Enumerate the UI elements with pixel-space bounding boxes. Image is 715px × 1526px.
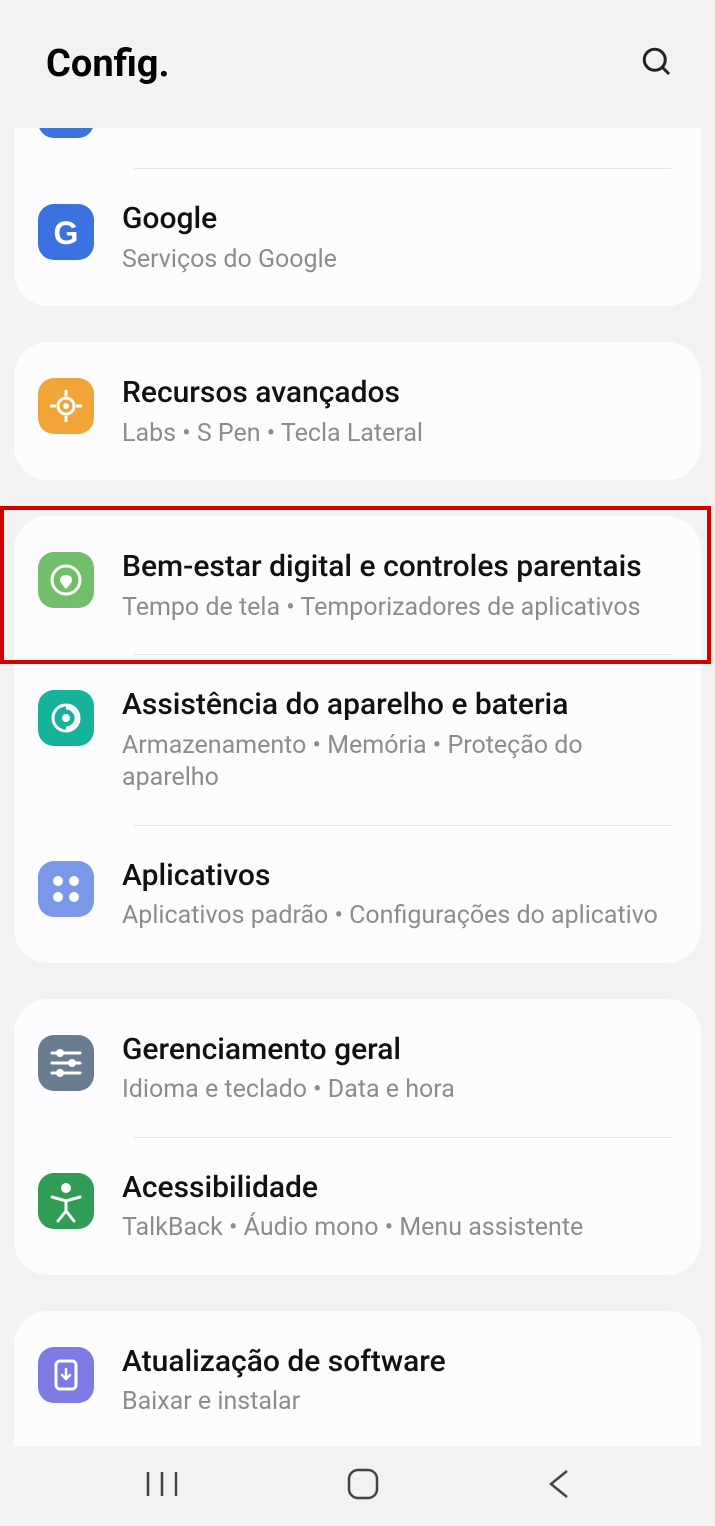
home-button[interactable] [346, 1467, 380, 1505]
settings-item-accounts[interactable]: Gerenciar contas • Smart Switch [14, 128, 701, 168]
item-text: Gerenciamento geral Idioma e teclado • Da… [122, 1029, 677, 1107]
svg-text:G: G [54, 215, 79, 251]
item-title: Assistência do aparelho e bateria [122, 686, 677, 724]
item-subtitle: Armazenamento • Memória • Proteção do ap… [122, 730, 677, 795]
search-icon[interactable] [639, 44, 675, 84]
settings-group: Gerenciar contas • Smart Switch G Google Se… [14, 128, 701, 306]
settings-item-google[interactable]: G Google Serviços do Google [14, 168, 701, 306]
item-title: Acessibilidade [122, 1169, 677, 1207]
settings-item-wellbeing[interactable]: Bem-estar digital e controles parentais T… [14, 516, 701, 654]
settings-group: Gerenciamento geral Idioma e teclado • Da… [14, 999, 701, 1275]
item-text: Atualização de software Baixar e instalar [122, 1341, 677, 1419]
page-title: Config. [46, 42, 170, 86]
settings-item-update[interactable]: Atualização de software Baixar e instalar [14, 1311, 701, 1447]
recents-button[interactable] [142, 1469, 182, 1503]
item-text: Assistência do aparelho e bateria Armazen… [122, 684, 677, 795]
accessibility-icon [38, 1173, 94, 1229]
item-subtitle: Tempo de tela • Temporizadores de aplica… [122, 592, 677, 625]
item-text: Recursos avançados Labs • S Pen • Tecla L… [122, 372, 677, 450]
item-text: Bem-estar digital e controles parentais T… [122, 546, 677, 624]
accounts-icon [38, 128, 94, 138]
item-subtitle: Labs • S Pen • Tecla Lateral [122, 418, 677, 451]
devicecare-icon [38, 690, 94, 746]
item-subtitle: Idioma e teclado • Data e hora [122, 1074, 677, 1107]
item-text: Aplicativos Aplicativos padrão • Configur… [122, 855, 677, 933]
header: Config. [0, 0, 715, 128]
item-text: Acessibilidade TalkBack • Áudio mono • Me… [122, 1167, 677, 1245]
navigation-bar [0, 1446, 715, 1526]
item-title: Atualização de software [122, 1343, 677, 1381]
google-icon: G [38, 204, 94, 260]
item-title: Google [122, 200, 677, 238]
settings-item-general[interactable]: Gerenciamento geral Idioma e teclado • Da… [14, 999, 701, 1137]
apps-icon [38, 861, 94, 917]
item-text: Google Serviços do Google [122, 198, 677, 276]
item-subtitle: Serviços do Google [122, 244, 677, 277]
settings-group: Bem-estar digital e controles parentais T… [14, 516, 701, 963]
wellbeing-icon [38, 552, 94, 608]
item-subtitle: TalkBack • Áudio mono • Menu assistente [122, 1212, 677, 1245]
item-title: Aplicativos [122, 857, 677, 895]
settings-item-devicecare[interactable]: Assistência do aparelho e bateria Armazen… [14, 654, 701, 825]
item-subtitle: Aplicativos padrão • Configurações do ap… [122, 900, 677, 933]
back-button[interactable] [545, 1467, 573, 1505]
item-title: Gerenciamento geral [122, 1031, 677, 1069]
item-title: Bem-estar digital e controles parentais [122, 548, 677, 586]
item-title: Recursos avançados [122, 374, 677, 412]
settings-group: Recursos avançados Labs • S Pen • Tecla L… [14, 342, 701, 480]
general-icon [38, 1035, 94, 1091]
settings-item-accessibility[interactable]: Acessibilidade TalkBack • Áudio mono • Me… [14, 1137, 701, 1275]
advanced-icon [38, 378, 94, 434]
settings-item-apps[interactable]: Aplicativos Aplicativos padrão • Configur… [14, 825, 701, 963]
settings-group: Atualização de software Baixar e instalar [14, 1311, 701, 1447]
update-icon [38, 1347, 94, 1403]
settings-list: Gerenciar contas • Smart Switch G Google Se… [0, 128, 715, 1446]
settings-item-advanced[interactable]: Recursos avançados Labs • S Pen • Tecla L… [14, 342, 701, 480]
item-subtitle: Baixar e instalar [122, 1386, 677, 1419]
